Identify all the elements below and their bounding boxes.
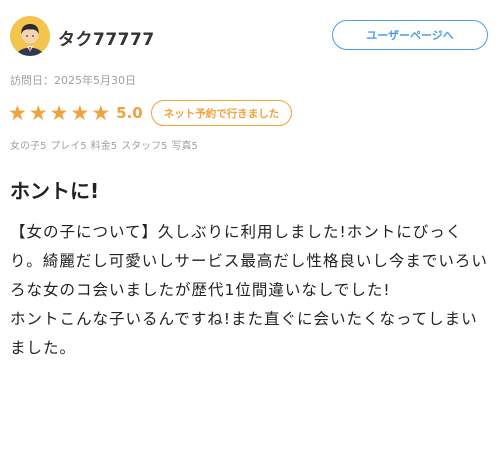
sub-rating-staff: スタッフ5 (121, 141, 168, 152)
rating-value: 5.0 (116, 104, 143, 122)
star-icon: ★ (91, 100, 111, 125)
review-header: タク77777 ユーザーページへ (10, 12, 490, 64)
rating-row: ★ ★ ★ ★ ★ 5.0 ネット予約で行きました (8, 97, 293, 129)
review-title: ホントに! (10, 179, 100, 203)
review-paragraph: ホントこんな子いるんですね!また直ぐに会いたくなってしまいました。 (10, 310, 478, 357)
visit-date: 訪問日：2025年5月30日 (10, 74, 136, 87)
star-icon: ★ (49, 100, 69, 125)
review-paragraph: 【女の子について】久しぶりに利用しました!ホントにびっくり。綺麗だし可愛いしサー… (10, 223, 488, 299)
reservation-badge: ネット予約で行きました (150, 100, 293, 126)
star-icon: ★ (28, 100, 48, 125)
sub-ratings: 女の子5 プレイ5 料金5 スタッフ5 写真5 (10, 137, 202, 152)
user-page-button[interactable]: ユーザーページへ (332, 20, 488, 50)
star-icon: ★ (8, 100, 27, 125)
star-rating: ★ ★ ★ ★ ★ (8, 100, 112, 125)
username[interactable]: タク77777 (58, 25, 155, 50)
sub-rating-price: 料金5 (90, 141, 118, 152)
avatar[interactable] (10, 16, 50, 56)
star-icon: ★ (70, 100, 90, 125)
user-avatar-icon (10, 16, 50, 56)
sub-rating-play: プレイ5 (50, 141, 87, 152)
sub-rating-girl: 女の子5 (10, 141, 47, 152)
sub-rating-photo: 写真5 (171, 141, 198, 152)
review-body: 【女の子について】久しぶりに利用しました!ホントにびっくり。綺麗だし可愛いしサー… (10, 218, 494, 363)
